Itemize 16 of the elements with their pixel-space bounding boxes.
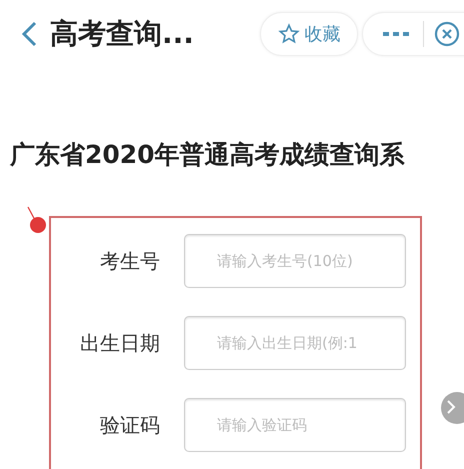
favorite-button[interactable]: 收藏	[260, 12, 358, 56]
input-field[interactable]: 请输入出生日期(例:1	[184, 316, 406, 370]
field-label: 出生日期	[79, 330, 160, 356]
page-heading: 广东省2020年普通高考成绩查询系	[10, 139, 405, 171]
input-field[interactable]: 请输入考生号(10位)	[184, 234, 406, 288]
more-icon[interactable]	[383, 30, 409, 38]
marker-dot	[26, 206, 48, 234]
close-icon[interactable]	[434, 21, 460, 47]
field-label: 考生号	[99, 248, 160, 274]
next-button[interactable]	[441, 392, 464, 424]
field-label: 验证码	[99, 412, 160, 438]
back-icon[interactable]	[20, 21, 38, 47]
star-icon	[278, 23, 300, 45]
page-title: 高考查询...	[50, 16, 195, 52]
chevron-icon	[446, 398, 456, 414]
input-field[interactable]: 请输入验证码	[184, 398, 406, 452]
